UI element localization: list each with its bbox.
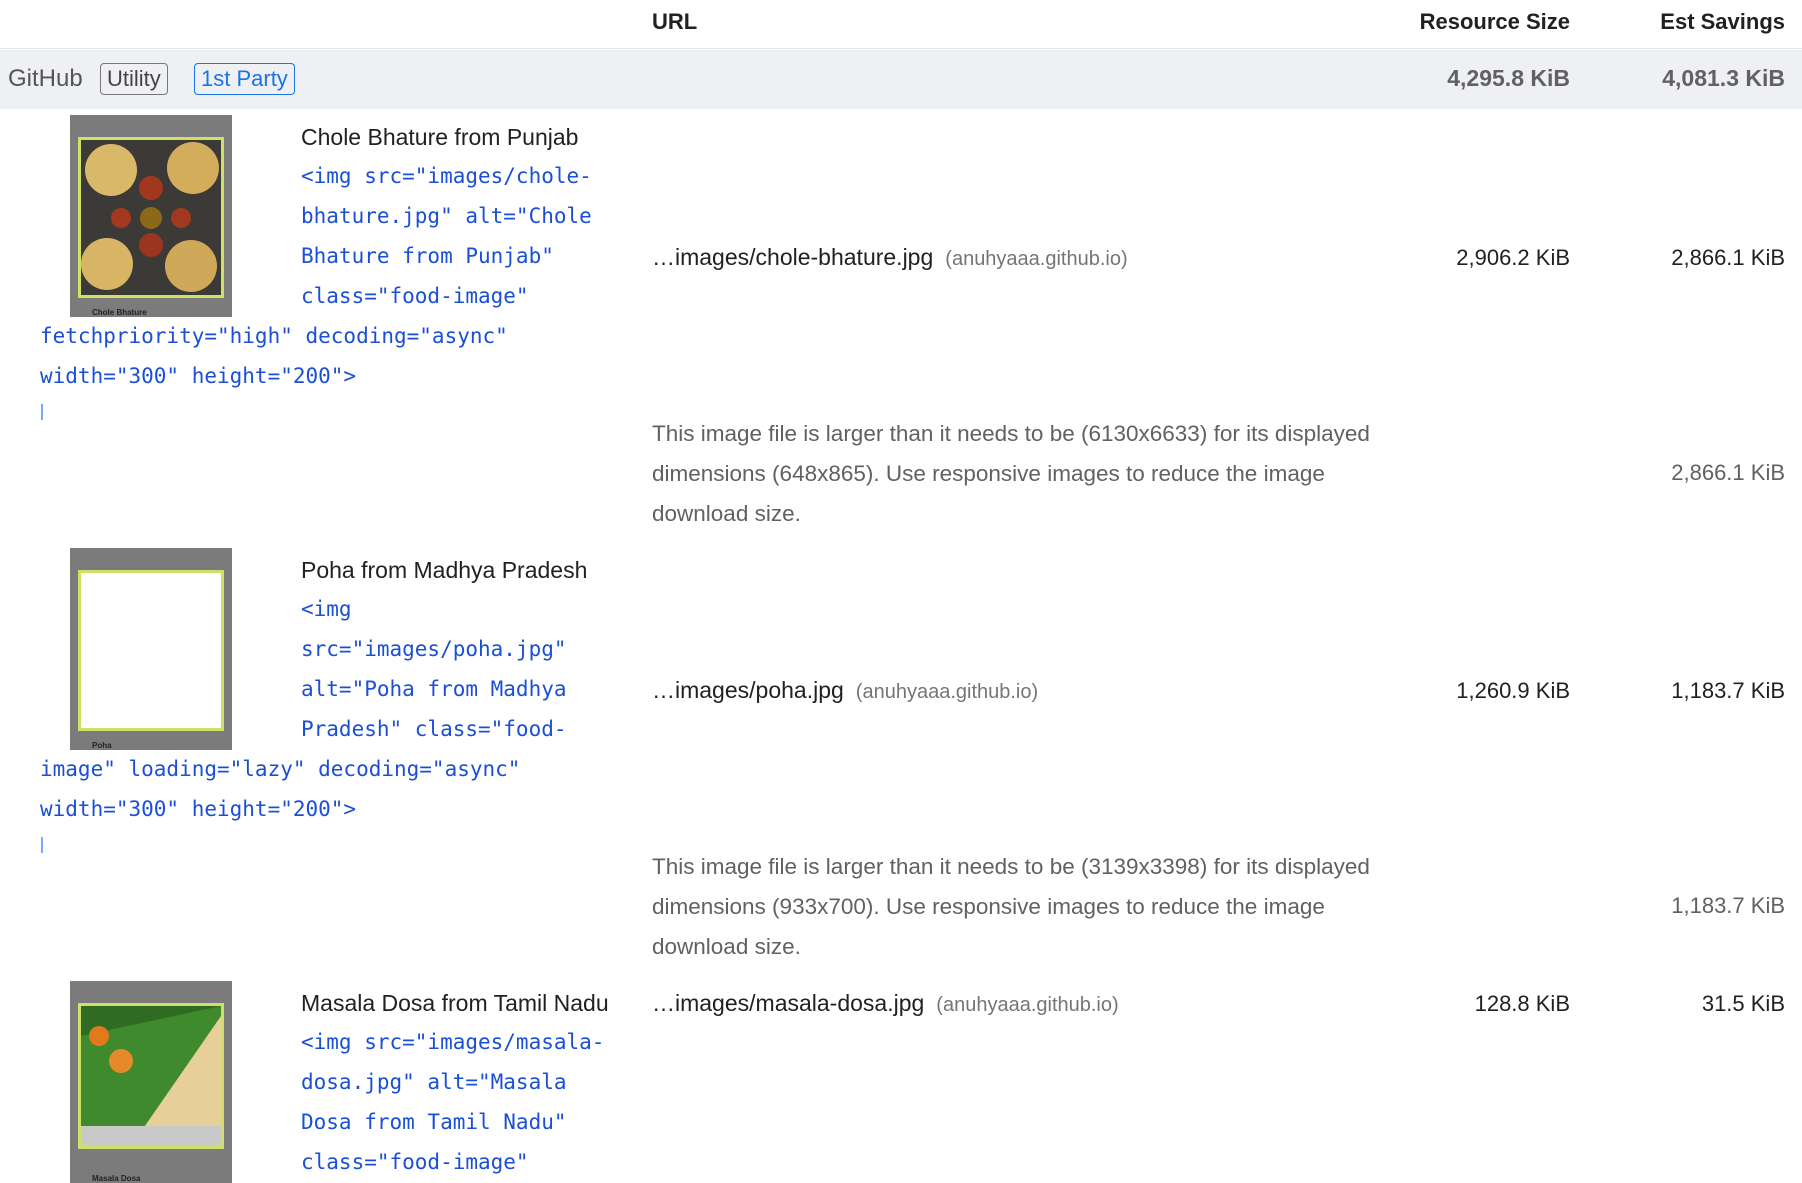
element-snippet-continued[interactable]: fetchpriority="high" decoding="async" wi…	[40, 316, 508, 396]
resource-url[interactable]: …images/poha.jpg	[652, 677, 844, 703]
est-savings: 1,183.7 KiB	[1671, 678, 1785, 703]
resource-url-link[interactable]: …images/masala-dosa.jpg (anuhyaaa.github.…	[652, 990, 1119, 1017]
resource-url[interactable]: …images/chole-bhature.jpg	[652, 244, 933, 270]
resource-host: (anuhyaaa.github.io)	[945, 248, 1128, 270]
text-cursor	[41, 404, 43, 420]
est-savings-column-header[interactable]: Est Savings	[1660, 9, 1785, 35]
food-image-poha	[78, 570, 224, 731]
url-column-header[interactable]: URL	[652, 9, 697, 35]
resource-host: (anuhyaaa.github.io)	[855, 681, 1039, 703]
element-snippet-continued[interactable]: image" loading="lazy" decoding="async" w…	[40, 749, 520, 829]
first-party-badge: 1st Party	[194, 63, 295, 95]
group-resource-size: 4,295.8 KiB	[1447, 65, 1570, 91]
subitem-savings: 2,866.1 KiB	[1671, 460, 1785, 485]
resource-url-link[interactable]: …images/poha.jpg (anuhyaaa.github.io)	[652, 677, 1038, 704]
element-snippet[interactable]: <img src="images/masala- dosa.jpg" alt="…	[301, 1022, 604, 1182]
entity-name: GitHub	[8, 65, 83, 92]
food-image-chole-bhature	[78, 137, 224, 298]
resource-url[interactable]: …images/masala-dosa.jpg	[652, 990, 924, 1016]
subitem-savings: 1,183.7 KiB	[1671, 893, 1785, 918]
resource-size-column-header[interactable]: Resource Size	[1420, 9, 1570, 35]
resource-host: (anuhyaaa.github.io)	[936, 994, 1119, 1016]
resource-size: 2,906.2 KiB	[1456, 245, 1570, 270]
element-screenshot-thumbnail[interactable]: Masala Dosa	[70, 981, 232, 1183]
text-cursor	[41, 837, 43, 853]
est-savings: 31.5 KiB	[1701, 991, 1785, 1016]
element-screenshot-thumbnail[interactable]: Chole Bhature	[70, 115, 232, 317]
element-screenshot-thumbnail[interactable]: Poha	[70, 548, 232, 750]
resource-url-link[interactable]: …images/chole-bhature.jpg (anuhyaaa.githu…	[652, 244, 1128, 271]
element-label: Masala Dosa from Tamil Nadu	[301, 990, 609, 1016]
food-image-masala-dosa	[78, 1003, 224, 1149]
element-label: Poha from Madhya Pradesh	[301, 557, 588, 583]
element-snippet[interactable]: <img src="images/poha.jpg" alt="Poha fro…	[301, 589, 567, 749]
subitem-message: This image file is larger than it needs …	[652, 421, 1370, 526]
table-header: URL Resource Size Est Savings	[0, 0, 1802, 49]
element-snippet[interactable]: <img src="images/chole- bhature.jpg" alt…	[301, 156, 592, 316]
est-savings: 2,866.1 KiB	[1671, 245, 1785, 270]
resource-size: 1,260.9 KiB	[1456, 678, 1570, 703]
element-label: Chole Bhature from Punjab	[301, 124, 579, 150]
subitem-message: This image file is larger than it needs …	[652, 854, 1370, 959]
group-est-savings: 4,081.3 KiB	[1662, 65, 1785, 91]
resource-size: 128.8 KiB	[1474, 991, 1570, 1016]
utility-badge: Utility	[100, 63, 168, 95]
entity-group-row[interactable]: GitHub Utility 1st Party 4,295.8 KiB 4,0…	[0, 50, 1802, 109]
thumbnail-caption: Masala Dosa	[92, 1174, 141, 1183]
